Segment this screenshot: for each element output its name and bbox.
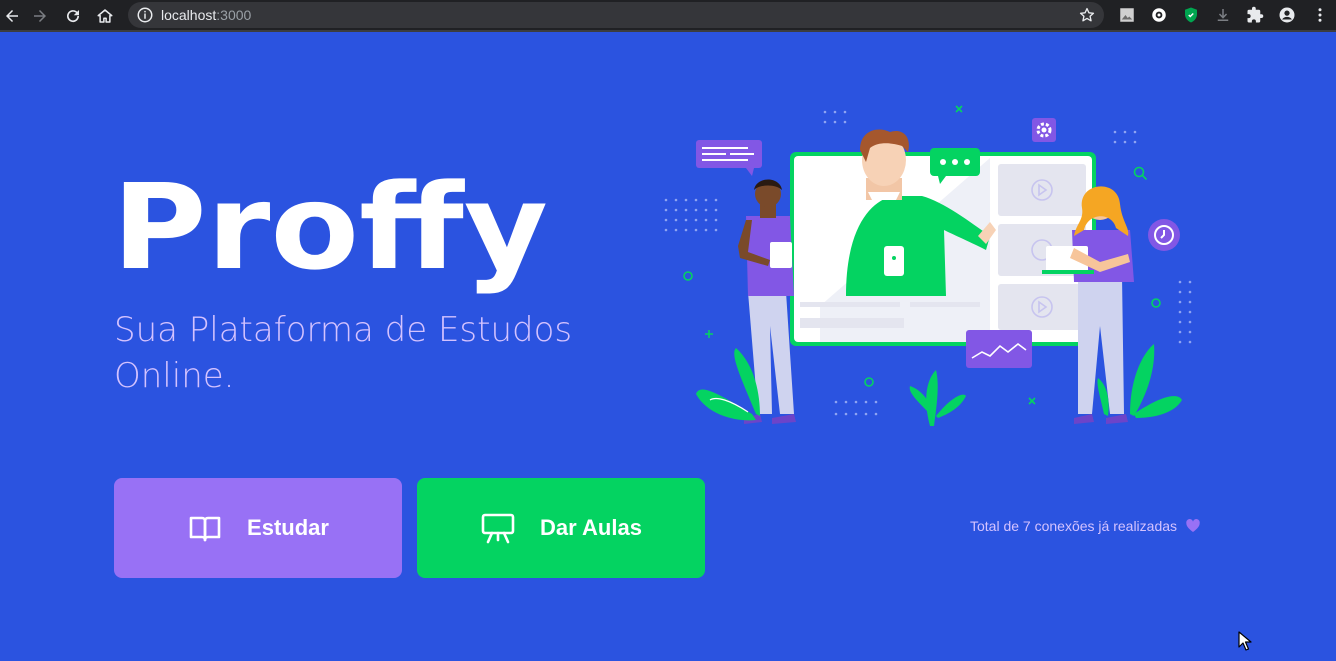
clock-icon	[1148, 219, 1180, 251]
kebab-menu-icon[interactable]	[1310, 5, 1330, 25]
browser-toolbar: localhost:3000	[0, 0, 1336, 32]
reload-icon[interactable]	[61, 4, 85, 28]
url-text: localhost:3000	[161, 7, 251, 23]
landing-illustration	[660, 96, 1200, 436]
chat-bubble-icon	[696, 140, 762, 176]
home-icon[interactable]	[93, 4, 117, 28]
study-button[interactable]: Estudar	[114, 478, 402, 578]
extensions-puzzle-icon[interactable]	[1245, 5, 1265, 25]
heart-icon	[1186, 519, 1200, 532]
total-connections: Total de 7 conexões já realizadas	[970, 518, 1201, 534]
shield-extension-icon[interactable]	[1181, 5, 1201, 25]
teach-button[interactable]: Dar Aulas	[417, 478, 705, 578]
github-extension-icon[interactable]	[1149, 5, 1169, 25]
profile-avatar-icon[interactable]	[1277, 5, 1297, 25]
back-icon[interactable]	[0, 4, 24, 28]
connections-text: Total de 7 conexões já realizadas	[970, 518, 1178, 534]
study-button-label: Estudar	[247, 515, 329, 540]
mouse-cursor-icon	[1238, 631, 1252, 651]
teach-button-label: Dar Aulas	[540, 515, 642, 540]
forward-icon[interactable]	[28, 4, 52, 28]
image-extension-icon[interactable]	[1117, 5, 1137, 25]
star-icon[interactable]	[1078, 6, 1096, 24]
presentation-board-icon	[481, 513, 515, 544]
tagline: Sua Plataforma de Estudos Online.	[114, 310, 573, 396]
logo-text: Proffy	[112, 172, 548, 296]
url-port: :3000	[216, 7, 252, 23]
chart-card-icon	[966, 330, 1032, 368]
address-bar[interactable]: localhost:3000	[128, 2, 1104, 28]
proffy-logo-wordmark: Proffy	[112, 158, 548, 296]
url-host: localhost	[161, 7, 217, 23]
gear-icon	[1032, 118, 1056, 142]
info-icon[interactable]	[136, 6, 154, 24]
download-icon[interactable]	[1213, 5, 1233, 25]
book-icon	[189, 516, 221, 542]
proffy-logo: Proffy	[112, 158, 552, 298]
